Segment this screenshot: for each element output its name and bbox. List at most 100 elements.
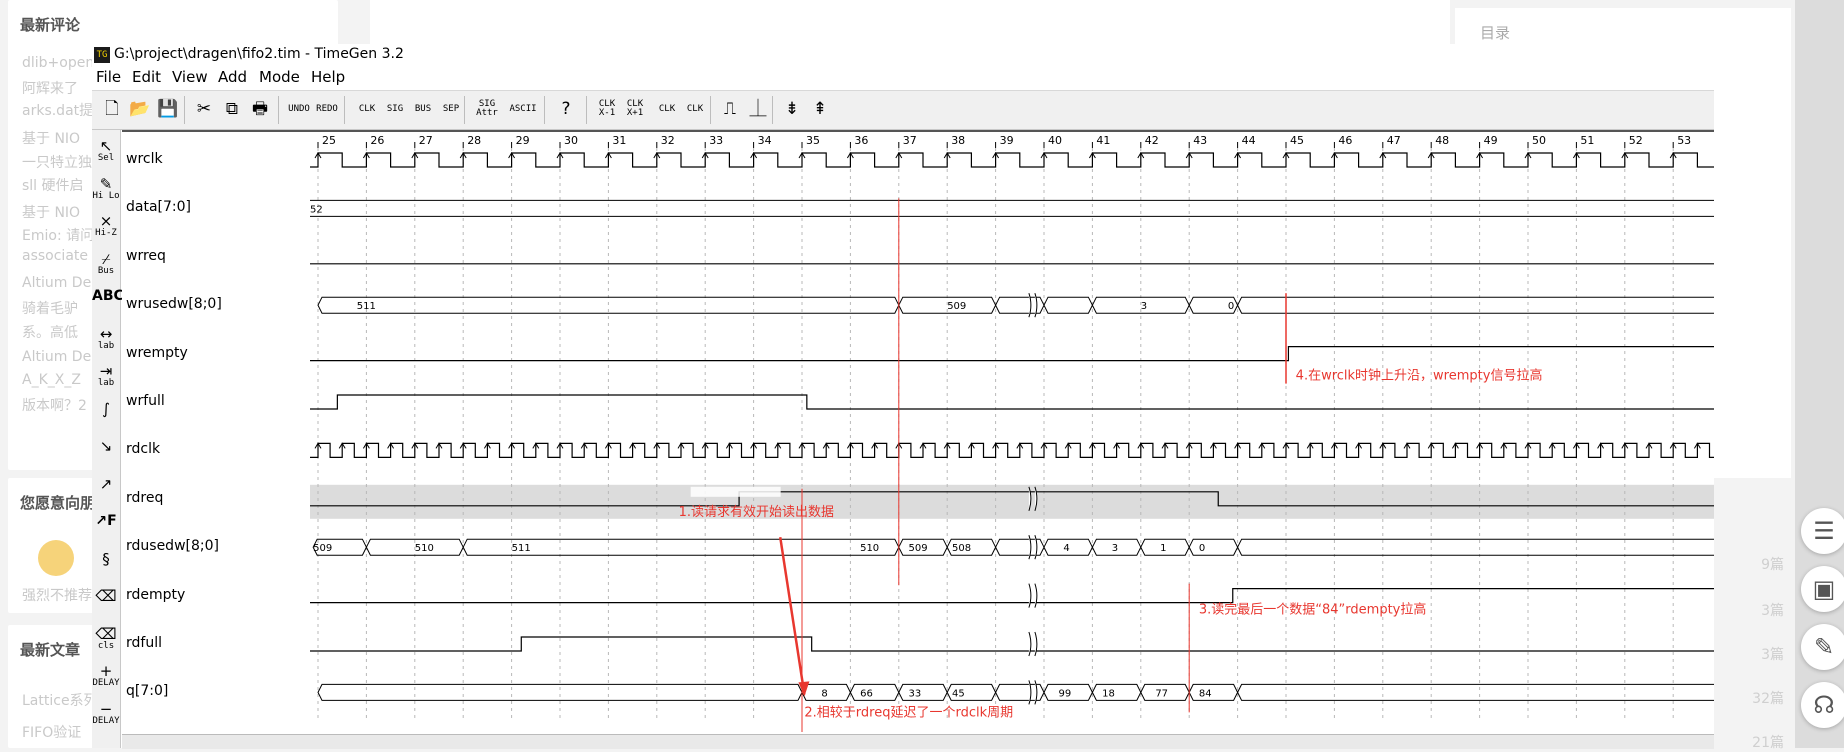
sidebar-text-line[interactable]: associate (22, 248, 88, 264)
sidebar-text-line[interactable]: 基于 NIO (22, 128, 80, 148)
signal-name-rdusedw80[interactable]: rdusedw[8;0] (126, 538, 219, 554)
open-folder-icon[interactable]: 📂 (128, 95, 152, 123)
cls-tool[interactable]: ⌫ cls (92, 626, 120, 651)
clk-expand-button[interactable]: CLK (654, 95, 680, 123)
sidebar-text-line[interactable]: 版本啊？2 (22, 395, 87, 415)
timeline-tick-label: 38 (951, 134, 965, 147)
sidebar-text-line[interactable]: 强烈不推荐 (22, 585, 92, 605)
hilo-tool[interactable]: ✎ Hi Lo (92, 176, 120, 201)
copy-icon[interactable]: ⧉ (220, 95, 244, 123)
hiz-tool[interactable]: ⨯ Hi-Z (92, 213, 120, 238)
sidebar-text-line[interactable]: arks.dat提 (22, 100, 93, 120)
clk-shift-right-button[interactable]: CLK X+1 (622, 95, 648, 123)
lab2-tool[interactable]: ⇥ lab (92, 363, 120, 388)
zoom-out-icon[interactable]: ⇞ (808, 95, 832, 123)
layout-icon[interactable]: ▣ (1801, 566, 1844, 612)
cut-icon[interactable]: ✂ (192, 95, 216, 123)
article-count: 3篇 (1761, 647, 1784, 663)
menu-view[interactable]: View (172, 68, 208, 86)
clk-shift-left-button[interactable]: CLK X-1 (594, 95, 620, 123)
undo-button[interactable]: UNDO (286, 95, 312, 123)
select-tool[interactable]: ↖ Sel (92, 138, 120, 163)
abc-tool[interactable]: ABC (92, 288, 124, 304)
sidebar-text-line[interactable]: 基于 NIO (22, 202, 80, 222)
timeline-tick-label: 26 (370, 134, 384, 147)
signal-name-q70[interactable]: q[7:0] (126, 683, 168, 699)
edit-icon[interactable]: ✎ (1801, 624, 1844, 670)
menu-edit[interactable]: Edit (132, 68, 161, 86)
rising-edge-icon[interactable]: ⎍ (718, 95, 742, 123)
sidebar-text-line[interactable]: Altium De (22, 275, 91, 291)
sig-attr-button[interactable]: SIG Attr (474, 95, 500, 123)
menu-file[interactable]: File (96, 68, 121, 86)
menu-add[interactable]: Add (218, 68, 247, 86)
zoom-in-icon[interactable]: ⇟ (780, 95, 804, 123)
signal-name-wrclk[interactable]: wrclk (126, 151, 163, 167)
sidebar-text-line[interactable]: 一只特立独 (22, 152, 92, 172)
add-sep-button[interactable]: SEP (438, 95, 464, 123)
horizontal-scrollbar[interactable] (122, 734, 1714, 749)
signal-name-wrfull[interactable]: wrfull (126, 393, 165, 409)
remove-delay-tool[interactable]: − DELAY (92, 701, 120, 726)
menu-help[interactable]: Help (311, 68, 345, 86)
curve-tool[interactable]: ∫ (92, 401, 120, 417)
delay-tool[interactable]: ↘ (92, 438, 120, 454)
clk-compress-button[interactable]: CLK (682, 95, 708, 123)
signal-name-data70[interactable]: data[7:0] (126, 199, 191, 215)
sidebar-text-line[interactable]: FIFO验证 (22, 722, 81, 742)
annotation-text: 1.读请求有效开始读出数据 (679, 505, 834, 520)
timeline-tick-label: 30 (564, 134, 578, 147)
signal-name-rdfull[interactable]: rdfull (126, 635, 162, 651)
signal-name-wrusedw80[interactable]: wrusedw[8;0] (126, 296, 222, 312)
face-icon[interactable] (38, 540, 74, 576)
rdreq-highlight-band (310, 484, 1714, 519)
add-sig-button[interactable]: SIG (382, 95, 408, 123)
signal-name-wrempty[interactable]: wrempty (126, 345, 188, 361)
print-icon[interactable]: 🖶 (248, 95, 272, 123)
sidebar-text-line[interactable]: Altium De (22, 349, 91, 365)
timeline-tick-label: 33 (709, 134, 723, 147)
bus-tool[interactable]: ⌿ Bus (92, 251, 120, 276)
sidebar-text-line[interactable]: A_K_X_Z (22, 372, 81, 388)
falling-edge-icon[interactable]: ⏊ (746, 95, 770, 123)
sidebar-text-line[interactable]: sll 硬件启 (22, 175, 84, 195)
f-tool[interactable]: ↗F (92, 513, 120, 529)
save-icon[interactable]: 💾 (156, 95, 180, 123)
arrow-tool[interactable]: ↗ (92, 476, 120, 492)
sidebar-text-line[interactable]: Lattice系列 (22, 690, 98, 710)
toolbar-separator (586, 96, 587, 124)
signal-name-rdclk[interactable]: rdclk (126, 441, 160, 457)
redo-button[interactable]: REDO (314, 95, 340, 123)
sidebar-text-line[interactable]: 阿辉来了 (22, 78, 78, 98)
signal-name-wrreq[interactable]: wrreq (126, 248, 166, 264)
eraser-tool[interactable]: ⌫ (92, 588, 120, 604)
new-file-icon[interactable]: 🗋 (100, 95, 124, 123)
q-segment (1188, 683, 1239, 701)
sidebar-text-line[interactable]: 系。高低 (22, 322, 78, 342)
sidebar-text-line[interactable]: 骑着毛驴 (22, 298, 78, 318)
add-delay-tool[interactable]: + DELAY (92, 663, 120, 688)
signal-name-rdreq[interactable]: rdreq (126, 490, 163, 506)
lab-tool[interactable]: ↔ lab (92, 326, 120, 351)
help-icon[interactable]: ? (554, 95, 578, 123)
waveform-area[interactable]: 25 26 27 28 29 30 31 32 33 34 35 36 37 38 39 40 41 42 43 44… (122, 130, 1819, 736)
sidebar-text-line[interactable]: Emio: 请问 (22, 225, 94, 245)
ascii-button[interactable]: ASCII (509, 95, 536, 123)
signal-name-rdempty[interactable]: rdempty (126, 587, 185, 603)
list-icon[interactable]: ☰ (1801, 508, 1844, 554)
timeline-tick-label: 43 (1193, 134, 1207, 147)
add-clk-button[interactable]: CLK (354, 95, 380, 123)
support-icon[interactable]: ☊ (1801, 682, 1844, 728)
sidebar-text-line[interactable]: dlib+open (22, 55, 94, 71)
timeline-tick-label: 42 (1145, 134, 1159, 147)
break-tool[interactable]: § (92, 551, 120, 567)
timeline-tick-label: 25 (322, 134, 336, 147)
article-count: 21篇 (1752, 735, 1784, 751)
timeline-tick-label: 52 (1629, 134, 1643, 147)
add-bus-button[interactable]: BUS (410, 95, 436, 123)
q-segment (849, 683, 900, 701)
hilo-tool-icon: ✎ (99, 174, 113, 193)
waveform-canvas[interactable]: 25 26 27 28 29 30 31 32 33 34 35 36 37 38 39 40 41 42 43 44… (122, 132, 1819, 736)
menu-mode[interactable]: Mode (259, 68, 300, 86)
article-count: 32篇 (1752, 691, 1784, 707)
